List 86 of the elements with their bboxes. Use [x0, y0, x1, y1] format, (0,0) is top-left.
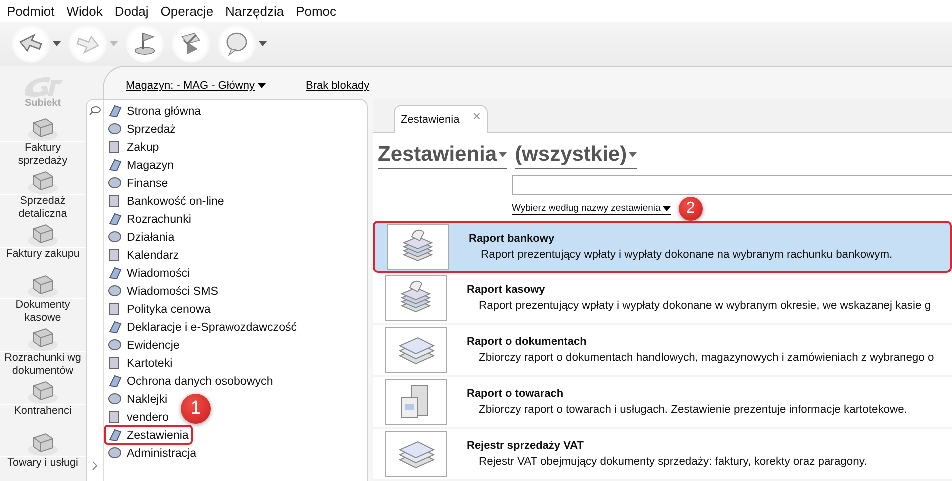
report-description: Rejestr VAT obejmujący dokumenty sprzedaży: faktury, korekty oraz paragony.	[478, 456, 868, 468]
banknotes-icon	[387, 224, 449, 270]
card-icon	[107, 320, 123, 334]
menu-item[interactable]: Pomoc	[290, 4, 343, 18]
caret-icon	[499, 152, 508, 158]
step-badge: 1	[181, 394, 211, 424]
sidebar-item[interactable]: Dokumenty kasowe	[0, 272, 86, 326]
nav-item[interactable]: Ochrona danych osobowych	[105, 372, 276, 390]
card-icon	[107, 104, 123, 118]
nav-item[interactable]: Działania	[105, 228, 178, 246]
toolbar-button[interactable]	[12, 25, 50, 63]
menu-item[interactable]: Podmiot	[1, 4, 61, 18]
report-title: Raport kasowy	[467, 284, 546, 296]
toolbar-button[interactable]	[172, 25, 210, 63]
menu-item[interactable]: Widok	[60, 4, 109, 18]
report-title: Rejestr sprzedaży VAT	[467, 440, 585, 452]
sidebar-item[interactable]: Faktury zakupu	[0, 221, 86, 272]
nav-item[interactable]: Zakup	[105, 138, 162, 156]
nav-item[interactable]: vendero	[105, 408, 172, 426]
nav-item[interactable]: Deklaracje i e-Sprawozdawczość	[105, 318, 300, 336]
sidebar-item[interactable]: Kontrahenci	[0, 378, 86, 430]
card-icon	[107, 266, 123, 280]
logo-text: Subiekt	[24, 98, 62, 109]
sidebar-item[interactable]: Rozrachunki wg dokumentów	[0, 325, 86, 378]
report-title: Raport o towarach	[467, 388, 565, 400]
card-icon	[107, 428, 123, 442]
group-dropdown[interactable]: Zestawienia	[378, 142, 508, 169]
menu-item[interactable]: Narzędzia	[220, 4, 290, 18]
report-row[interactable]: Raport o towarach Zbiorczy raport o towarach i usługach. Zestawienie prezentuje informacje kartotekowe.	[373, 377, 952, 429]
report-description: Zbiorczy raport o towarach i usługach. Zestawienie prezentuje informacje kartotekowe.	[478, 404, 908, 416]
nav-item[interactable]: Finanse	[105, 174, 172, 192]
nav-item[interactable]: Ewidencje	[105, 336, 183, 354]
disc-icon	[107, 392, 123, 406]
toolbar-button[interactable]	[126, 25, 164, 63]
nav-item[interactable]: Naklejki	[105, 390, 171, 408]
card-icon	[107, 158, 123, 172]
menu-item[interactable]: Operacje	[154, 4, 220, 18]
toolbar-button[interactable]	[218, 25, 256, 63]
report-row[interactable]: Rejestr sprzedaży VAT Rejestr VAT obejmujący dokumenty sprzedaży: faktury, korekty oraz paragony.	[373, 429, 952, 481]
caret-icon	[662, 206, 671, 212]
nav-item[interactable]: Kartoteki	[105, 354, 176, 372]
report-description: Zbiorczy raport o dokumentach handlowych, magazynowych i zamówieniach z wybranego o	[478, 352, 934, 364]
banknotes-icon	[385, 275, 447, 321]
nav-item[interactable]: Strona główna	[105, 102, 204, 120]
report-description: Raport prezentujący wpłaty i wypłaty dokonane w wybranym okresie, we wskazanej kasie g	[478, 300, 932, 312]
nav-item[interactable]: Magazyn	[105, 156, 178, 174]
search-field[interactable]	[512, 175, 952, 195]
step-badge: 2	[678, 197, 703, 221]
boxes-icon	[385, 379, 447, 425]
report-title: Raport o dokumentach	[467, 336, 588, 348]
nav-item[interactable]: Wiadomości	[105, 264, 194, 282]
nav-item[interactable]: Wiadomości SMS	[105, 282, 222, 300]
search-mode-dropdown[interactable]: Wybierz według nazwy zestawienia	[512, 203, 671, 215]
chevron-icon[interactable]	[91, 461, 99, 471]
report-row[interactable]: Raport kasowy Raport prezentujący wpłaty i wypłaty dokonane w wybranym okresie, we wskazanej kasie g	[373, 273, 952, 325]
nav-item[interactable]: Kalendarz	[105, 246, 182, 264]
nav-item[interactable]: Rozrachunki	[105, 210, 194, 228]
report-row[interactable]: Raport o dokumentach Zbiorczy raport o dokumentach handlowych, magazynowych i zamówieniach z wybranego o	[373, 325, 952, 377]
nav-item[interactable]: Polityka cenowa	[105, 300, 214, 318]
paper-stack-icon	[385, 431, 447, 477]
menu-item[interactable]: Dodaj	[108, 4, 155, 18]
nav-item[interactable]: Administracja	[105, 444, 200, 462]
report-description: Raport prezentujący wpłaty i wypłaty dokonane na wybranym rachunku bankowym.	[480, 249, 893, 261]
lock-link[interactable]: Brak blokady	[306, 80, 370, 92]
card-icon	[107, 374, 123, 388]
disc-icon	[107, 230, 123, 244]
report-row[interactable]: Raport bankowy Raport prezentujący wpłaty i wypłaty dokonane na wybranym rachunku bankowym.	[373, 221, 952, 273]
caret-icon	[629, 152, 638, 158]
filter-dropdown[interactable]: (wszystkie)	[515, 142, 638, 169]
disc-icon	[107, 284, 123, 298]
disc-icon	[107, 122, 123, 136]
warehouse-dropdown[interactable]: Magazyn: - MAG - Główny	[126, 80, 266, 92]
nav-item[interactable]: Bankowość on-line	[105, 192, 228, 210]
card-icon	[107, 212, 123, 226]
disc-icon	[107, 338, 123, 352]
sidebar-item[interactable]: Faktury sprzedaży	[0, 115, 86, 168]
nav-item[interactable]: Zestawienia	[105, 426, 192, 444]
paper-stack-icon	[385, 327, 447, 373]
nav-item[interactable]: Sprzedaż	[105, 120, 179, 138]
disc-icon	[107, 176, 123, 190]
report-title: Raport bankowy	[469, 233, 556, 245]
disc-icon	[107, 446, 123, 460]
sidebar-item[interactable]: Towary i usługi	[0, 430, 86, 481]
tab[interactable]: Zestawienia ×	[394, 105, 488, 133]
sidebar-item[interactable]: Sprzedaż detaliczna	[0, 168, 86, 221]
caret-icon	[258, 83, 266, 89]
